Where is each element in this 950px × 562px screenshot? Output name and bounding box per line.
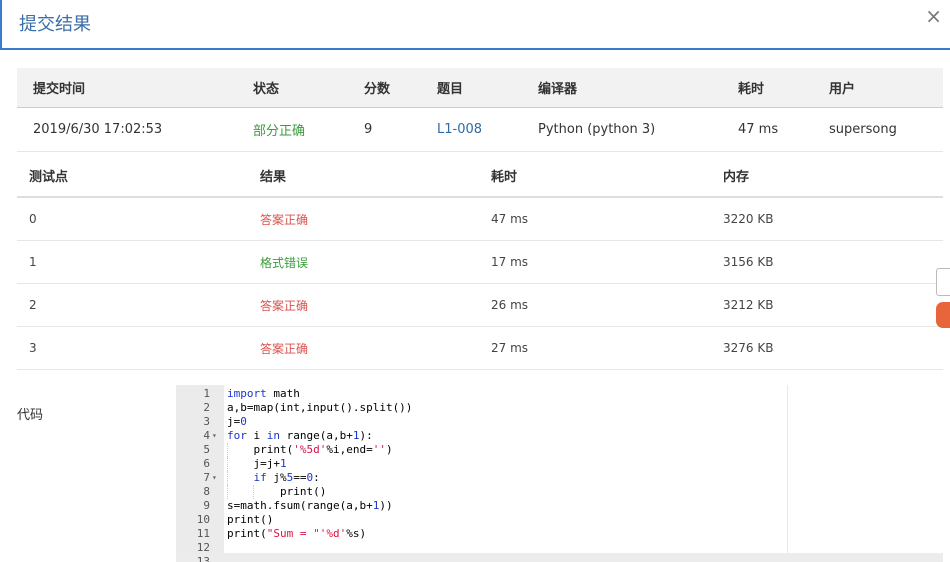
test-row: 3 答案正确 27 ms 3276 KB (17, 327, 943, 370)
code-line: 1 import math (176, 387, 943, 401)
header-problem: 题目 (437, 82, 464, 97)
test-id: 2 (29, 298, 37, 312)
line-number: 8 (203, 485, 210, 498)
test-result: 答案正确 (260, 298, 309, 313)
header-status: 状态 (253, 82, 280, 97)
fold-arrow-icon[interactable]: ▾ (212, 429, 222, 443)
code-text: print("Sum = "'%d'%s) (227, 527, 367, 540)
user-value: supersong (829, 122, 897, 137)
test-time: 17 ms (491, 255, 529, 269)
summary-header-row: 提交时间 状态 分数 题目 编译器 耗时 用户 (17, 68, 943, 108)
dialog-header: 提交结果 × (0, 0, 950, 50)
code-text: a,b=map(int,input().split()) (227, 401, 413, 414)
test-result: 格式错误 (260, 255, 309, 270)
test-memory: 3276 KB (723, 341, 774, 355)
header-test-point: 测试点 (29, 169, 69, 185)
code-line: 8 print() (176, 485, 943, 499)
code-text: s=math.fsum(range(a,b+1)) (227, 499, 393, 512)
test-memory: 3212 KB (723, 298, 774, 312)
submission-summary-table: 提交时间 状态 分数 题目 编译器 耗时 用户 2019/6/30 17:02:… (17, 68, 943, 152)
summary-row: 2019/6/30 17:02:53 部分正确 9 L1-008 Python … (17, 108, 943, 152)
side-scroll-tab[interactable] (936, 268, 950, 296)
line-number: 10 (196, 513, 210, 526)
problem-link[interactable]: L1-008 (437, 108, 482, 151)
code-text: print() (227, 513, 274, 526)
code-text: if j%5==0: (253, 471, 320, 484)
code-line: 9 s=math.fsum(range(a,b+1)) (176, 499, 943, 513)
test-id: 3 (29, 341, 37, 355)
test-result: 答案正确 (260, 341, 309, 356)
line-number: 11 (196, 527, 210, 540)
test-id: 1 (29, 255, 37, 269)
code-text: print('%5d'%i,end='') (227, 443, 393, 456)
submit-time: 2019/6/30 17:02:53 (33, 122, 163, 137)
line-number: 4 (203, 429, 210, 442)
dialog-title: 提交结果 (19, 14, 91, 35)
line-number: 7 (203, 471, 210, 484)
code-text: j=j+1 (227, 457, 287, 470)
test-row: 2 答案正确 26 ms 3212 KB (17, 284, 943, 327)
line-number: 12 (196, 541, 210, 554)
test-time: 47 ms (491, 212, 529, 226)
close-button[interactable]: × (925, 6, 942, 26)
code-line: 3 j=0 (176, 415, 943, 429)
code-line: 2 a,b=map(int,input().split()) (176, 401, 943, 415)
test-cases-table: 测试点 结果 耗时 内存 0 答案正确 47 ms 3220 KB 1 格式错误 17 ms… (17, 154, 943, 370)
fold-arrow-icon[interactable]: ▾ (212, 471, 222, 485)
test-memory: 3220 KB (723, 212, 774, 226)
code-line: 5 print('%5d'%i,end='') (176, 443, 943, 457)
test-row: 0 答案正确 47 ms 3220 KB (17, 198, 943, 241)
code-text: for i in range(a,b+1): (227, 429, 373, 442)
header-elapsed: 耗时 (738, 82, 765, 97)
code-text: import math (227, 387, 300, 400)
score-value: 9 (364, 122, 373, 137)
line-number: 2 (203, 401, 210, 414)
test-row: 1 格式错误 17 ms 3156 KB (17, 241, 943, 284)
line-number: 1 (203, 387, 210, 400)
header-submit-time: 提交时间 (33, 82, 86, 97)
test-time: 27 ms (491, 341, 529, 355)
line-number: 6 (203, 457, 210, 470)
code-line: 7 ▾ if j%5==0: (176, 471, 943, 485)
code-editor[interactable]: 1 import math 2 a,b=map(int,input().split()… (176, 385, 943, 562)
test-time: 26 ms (491, 298, 529, 312)
tests-header-row: 测试点 结果 耗时 内存 (17, 154, 943, 198)
code-line: 13 (176, 555, 943, 562)
code-text: print() (227, 485, 327, 498)
header-result: 结果 (260, 169, 287, 185)
header-memory: 内存 (723, 169, 750, 185)
status-badge: 部分正确 (253, 124, 306, 139)
line-number: 3 (203, 415, 210, 428)
header-user: 用户 (829, 82, 856, 97)
test-id: 0 (29, 212, 37, 226)
header-time: 耗时 (491, 169, 518, 185)
code-label: 代码 (17, 408, 44, 423)
code-line: 4 ▾ for i in range(a,b+1): (176, 429, 943, 443)
code-text: j=0 (227, 415, 247, 428)
code-line: 11 print("Sum = "'%d'%s) (176, 527, 943, 541)
line-number: 13 (196, 555, 210, 562)
feedback-icon[interactable] (936, 302, 950, 328)
code-line: 10 print() (176, 513, 943, 527)
elapsed-value: 47 ms (738, 122, 779, 137)
test-result: 答案正确 (260, 212, 309, 227)
header-score: 分数 (364, 82, 391, 97)
test-memory: 3156 KB (723, 255, 774, 269)
line-number: 5 (203, 443, 210, 456)
compiler-value: Python (python 3) (538, 122, 656, 137)
code-line: 12 (176, 541, 943, 555)
header-compiler: 编译器 (538, 82, 578, 97)
code-line: 6 j=j+1 (176, 457, 943, 471)
line-number: 9 (203, 499, 210, 512)
